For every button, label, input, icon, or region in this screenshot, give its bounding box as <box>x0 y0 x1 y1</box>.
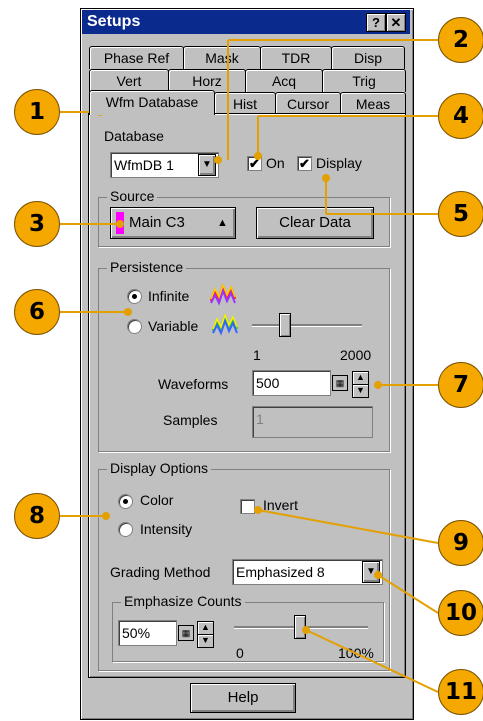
callout-5: 5 <box>438 191 483 237</box>
callout-8: 8 <box>14 493 60 539</box>
callout-6: 6 <box>14 289 60 335</box>
callout-2: 2 <box>438 17 483 63</box>
callout-7: 7 <box>438 362 483 408</box>
callout-11: 11 <box>438 669 483 715</box>
callout-4: 4 <box>438 93 483 139</box>
callout-1: 1 <box>14 89 60 135</box>
callout-3: 3 <box>14 201 60 247</box>
callout-leader-lines <box>56 39 439 693</box>
callout-9: 9 <box>438 520 483 566</box>
callout-10: 10 <box>438 590 483 636</box>
tab-wfm-database[interactable]: Wfm Database <box>89 90 215 115</box>
